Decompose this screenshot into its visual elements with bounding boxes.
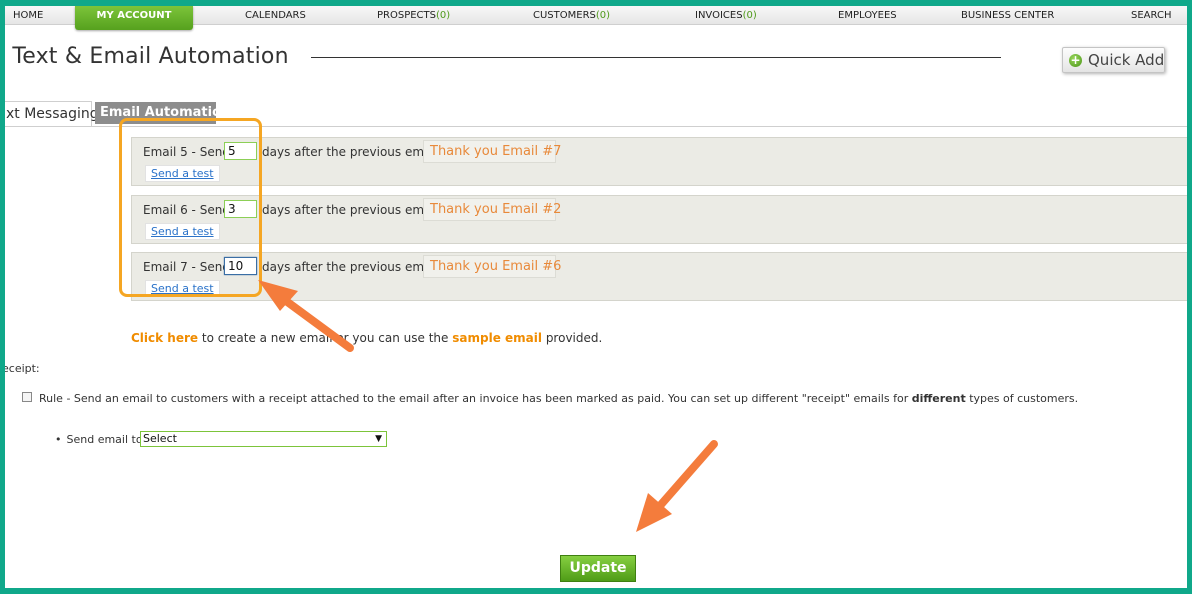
nav-home[interactable]: HOME [13, 6, 43, 25]
nav-customers-label: CUSTOMERS [533, 10, 596, 21]
rule-text-part2: types of customers. [969, 392, 1079, 405]
update-button[interactable]: Update [560, 555, 636, 582]
nav-invoices-label: INVOICES [695, 10, 743, 21]
page-title: - Text & Email Automation [5, 44, 289, 69]
nav-customers[interactable]: CUSTOMERS(0) [533, 6, 610, 25]
top-nav: HOME MY ACCOUNT CALENDARS PROSPECTS(0) C… [5, 6, 1187, 30]
nav-search[interactable]: SEARCH [1131, 6, 1171, 25]
bullet-icon: • [55, 433, 62, 446]
annotation-highlight-box [119, 118, 262, 297]
email-row-7: Email 7 - Send days after the previous e… [131, 252, 1187, 301]
nav-invoices-count: (0) [742, 10, 757, 21]
create-email-info: Click here to create a new email or you … [131, 331, 602, 345]
nav-my-account[interactable]: MY ACCOUNT [75, 6, 193, 30]
send-email-to-label: Send email to [66, 433, 143, 446]
nav-calendars[interactable]: CALENDARS [245, 6, 306, 25]
app-frame: HOME MY ACCOUNT CALENDARS PROSPECTS(0) C… [5, 6, 1187, 588]
tab-text-messaging-label: xt Messaging [6, 106, 99, 122]
sample-email-link[interactable]: sample email [452, 331, 542, 345]
nav-prospects-label: PROSPECTS [377, 10, 436, 21]
rule-text-part1: Rule - Send an email to customers with a… [39, 392, 909, 405]
title-divider [311, 57, 1001, 58]
info-text-2: provided. [545, 331, 603, 345]
email-row-5: Email 5 - Send days after the previous e… [131, 137, 1187, 186]
days-after-text: days after the previous email: [262, 260, 443, 274]
email-template-select[interactable]: Thank you Email #7 [423, 140, 561, 163]
send-email-to-select[interactable]: Select ▼ [140, 431, 387, 447]
nav-employees[interactable]: EMPLOYEES [838, 6, 897, 25]
send-email-to-value: Select [143, 432, 177, 445]
quick-add-button[interactable]: + Quick Add [1062, 47, 1165, 73]
email-row-6: Email 6 - Send days after the previous e… [131, 195, 1187, 244]
email-template-select[interactable]: Thank you Email #2 [423, 198, 561, 221]
send-email-to-row: • Send email to [55, 433, 143, 446]
receipt-section-label: eceipt: [5, 362, 40, 375]
nav-customers-count: (0) [595, 10, 611, 21]
nav-business-center[interactable]: BUSINESS CENTER [961, 6, 1054, 25]
receipt-rule-checkbox[interactable] [22, 392, 32, 402]
quick-add-label: Quick Add [1088, 51, 1165, 69]
info-text-1: to create a new email or you can use the [201, 331, 449, 345]
days-after-text: days after the previous email: [262, 203, 443, 217]
nav-prospects-count: (0) [435, 10, 451, 21]
nav-invoices[interactable]: INVOICES(0) [695, 6, 757, 25]
days-after-text: days after the previous email: [262, 145, 443, 159]
tab-text-messaging[interactable]: xt Messaging [5, 101, 99, 126]
plus-circle-icon: + [1069, 53, 1082, 67]
dropdown-arrow-icon: ▼ [375, 434, 382, 444]
rule-text-bold: different [911, 392, 966, 405]
receipt-rule-text: Rule - Send an email to customers with a… [39, 392, 1078, 405]
nav-prospects[interactable]: PROSPECTS(0) [377, 6, 450, 25]
click-here-link[interactable]: Click here [131, 331, 198, 345]
email-template-select[interactable]: Thank you Email #6 [423, 255, 561, 278]
